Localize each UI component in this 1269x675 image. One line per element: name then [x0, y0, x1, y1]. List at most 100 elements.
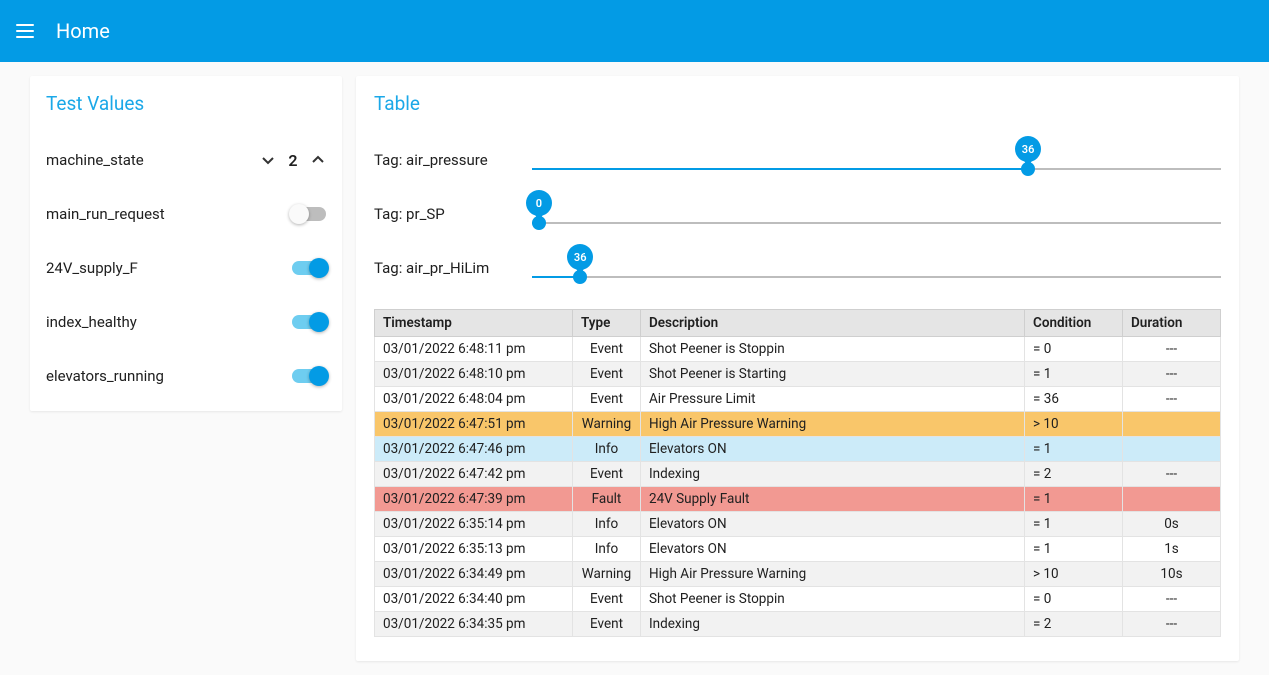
- slider-thumb[interactable]: [573, 270, 587, 284]
- slider-row: Tag: air_pr_HiLim 36: [374, 241, 1221, 295]
- cell-condition: = 2: [1025, 462, 1123, 487]
- slider-track[interactable]: 36: [532, 140, 1221, 180]
- cell-timestamp: 03/01/2022 6:47:42 pm: [375, 462, 573, 487]
- col-duration: Duration: [1123, 310, 1221, 337]
- chevron-down-icon[interactable]: [260, 152, 276, 168]
- slider-value-bubble: 36: [1015, 136, 1041, 162]
- table-header-row: Timestamp Type Description Condition Dur…: [375, 310, 1221, 337]
- cell-condition: = 1: [1025, 512, 1123, 537]
- cell-condition: = 1: [1025, 362, 1123, 387]
- cell-duration: [1123, 412, 1221, 437]
- toggle-label: 24V_supply_F: [46, 259, 138, 277]
- cell-type: Warning: [573, 412, 641, 437]
- cell-condition: = 2: [1025, 612, 1123, 637]
- cell-type: Event: [573, 387, 641, 412]
- chevron-up-icon[interactable]: [310, 152, 326, 168]
- toggle-switch[interactable]: [292, 369, 326, 383]
- toggle-switch[interactable]: [292, 261, 326, 275]
- cell-type: Event: [573, 587, 641, 612]
- slider-label: Tag: air_pressure: [374, 151, 514, 169]
- cell-duration: [1123, 487, 1221, 512]
- machine-state-row: machine_state 2: [46, 133, 326, 187]
- toggle-label: elevators_running: [46, 367, 164, 385]
- table-row[interactable]: 03/01/2022 6:48:11 pmEventShot Peener is…: [375, 337, 1221, 362]
- table-row[interactable]: 03/01/2022 6:48:10 pmEventShot Peener is…: [375, 362, 1221, 387]
- cell-description: Indexing: [641, 462, 1025, 487]
- cell-condition: > 10: [1025, 412, 1123, 437]
- cell-duration: 0s: [1123, 512, 1221, 537]
- slider-thumb[interactable]: [532, 216, 546, 230]
- toggle-switch[interactable]: [292, 207, 326, 221]
- table-row[interactable]: 03/01/2022 6:47:42 pmEventIndexing= 2---: [375, 462, 1221, 487]
- cell-timestamp: 03/01/2022 6:47:51 pm: [375, 412, 573, 437]
- cell-description: Elevators ON: [641, 537, 1025, 562]
- cell-timestamp: 03/01/2022 6:47:39 pm: [375, 487, 573, 512]
- col-timestamp: Timestamp: [375, 310, 573, 337]
- cell-description: Shot Peener is Starting: [641, 362, 1025, 387]
- table-row[interactable]: 03/01/2022 6:48:04 pmEventAir Pressure L…: [375, 387, 1221, 412]
- toggle-row: main_run_request: [46, 187, 326, 241]
- cell-description: Elevators ON: [641, 512, 1025, 537]
- slider-label: Tag: pr_SP: [374, 205, 514, 223]
- slider-thumb[interactable]: [1021, 162, 1035, 176]
- table-row[interactable]: 03/01/2022 6:34:40 pmEventShot Peener is…: [375, 587, 1221, 612]
- slider-track[interactable]: 36: [532, 248, 1221, 288]
- table-row[interactable]: 03/01/2022 6:35:14 pmInfoElevators ON= 1…: [375, 512, 1221, 537]
- cell-description: High Air Pressure Warning: [641, 412, 1025, 437]
- table-row[interactable]: 03/01/2022 6:47:46 pmInfoElevators ON= 1: [375, 437, 1221, 462]
- cell-type: Event: [573, 337, 641, 362]
- cell-duration: [1123, 437, 1221, 462]
- cell-timestamp: 03/01/2022 6:35:14 pm: [375, 512, 573, 537]
- test-values-title: Test Values: [46, 92, 326, 115]
- table-panel: Table Tag: air_pressure36Tag: pr_SP0Tag:…: [356, 76, 1239, 661]
- page-title: Home: [56, 19, 110, 43]
- cell-type: Event: [573, 612, 641, 637]
- toggle-row: elevators_running: [46, 349, 326, 403]
- col-condition: Condition: [1025, 310, 1123, 337]
- cell-duration: ---: [1123, 587, 1221, 612]
- toggle-row: 24V_supply_F: [46, 241, 326, 295]
- cell-timestamp: 03/01/2022 6:48:10 pm: [375, 362, 573, 387]
- cell-timestamp: 03/01/2022 6:35:13 pm: [375, 537, 573, 562]
- table-title: Table: [374, 92, 1221, 115]
- cell-description: High Air Pressure Warning: [641, 562, 1025, 587]
- cell-description: Air Pressure Limit: [641, 387, 1025, 412]
- machine-state-label: machine_state: [46, 151, 144, 169]
- cell-duration: ---: [1123, 362, 1221, 387]
- slider-row: Tag: pr_SP 0: [374, 187, 1221, 241]
- toggle-switch[interactable]: [292, 315, 326, 329]
- cell-type: Info: [573, 537, 641, 562]
- cell-timestamp: 03/01/2022 6:34:40 pm: [375, 587, 573, 612]
- cell-duration: ---: [1123, 612, 1221, 637]
- table-row[interactable]: 03/01/2022 6:34:49 pmWarningHigh Air Pre…: [375, 562, 1221, 587]
- cell-description: 24V Supply Fault: [641, 487, 1025, 512]
- table-row[interactable]: 03/01/2022 6:47:51 pmWarningHigh Air Pre…: [375, 412, 1221, 437]
- cell-condition: = 36: [1025, 387, 1123, 412]
- cell-duration: ---: [1123, 387, 1221, 412]
- cell-duration: ---: [1123, 337, 1221, 362]
- cell-duration: ---: [1123, 462, 1221, 487]
- slider-track[interactable]: 0: [532, 194, 1221, 234]
- toggle-row: index_healthy: [46, 295, 326, 349]
- menu-icon[interactable]: [16, 19, 40, 43]
- test-values-panel: Test Values machine_state 2 main_run_req…: [30, 76, 342, 411]
- toggle-label: main_run_request: [46, 205, 165, 223]
- slider-label: Tag: air_pr_HiLim: [374, 259, 514, 277]
- table-row[interactable]: 03/01/2022 6:34:35 pmEventIndexing= 2---: [375, 612, 1221, 637]
- cell-condition: = 0: [1025, 587, 1123, 612]
- cell-timestamp: 03/01/2022 6:48:04 pm: [375, 387, 573, 412]
- cell-type: Info: [573, 437, 641, 462]
- cell-description: Elevators ON: [641, 437, 1025, 462]
- events-table: Timestamp Type Description Condition Dur…: [374, 309, 1221, 637]
- cell-duration: 1s: [1123, 537, 1221, 562]
- cell-condition: = 1: [1025, 537, 1123, 562]
- cell-timestamp: 03/01/2022 6:47:46 pm: [375, 437, 573, 462]
- table-row[interactable]: 03/01/2022 6:35:13 pmInfoElevators ON= 1…: [375, 537, 1221, 562]
- cell-timestamp: 03/01/2022 6:48:11 pm: [375, 337, 573, 362]
- cell-timestamp: 03/01/2022 6:34:49 pm: [375, 562, 573, 587]
- table-row[interactable]: 03/01/2022 6:47:39 pmFault24V Supply Fau…: [375, 487, 1221, 512]
- slider-row: Tag: air_pressure 36: [374, 133, 1221, 187]
- col-type: Type: [573, 310, 641, 337]
- cell-condition: = 0: [1025, 337, 1123, 362]
- cell-description: Shot Peener is Stoppin: [641, 587, 1025, 612]
